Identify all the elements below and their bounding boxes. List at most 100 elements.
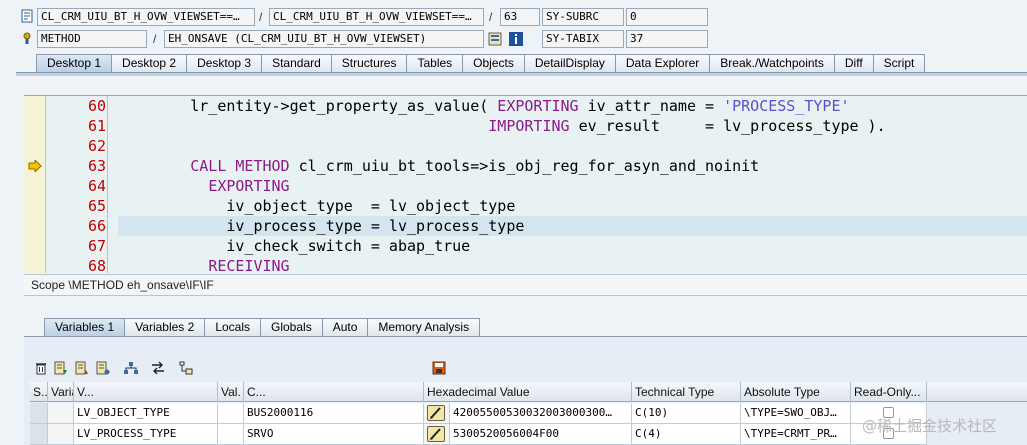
tab-objects[interactable]: Objects — [462, 54, 525, 72]
change-cell[interactable] — [424, 424, 450, 445]
absolute-type-cell[interactable]: \TYPE=CRMT_PR… — [741, 424, 851, 445]
code-token: iv_attr_name = — [578, 97, 724, 115]
sy-subrc-value: 0 — [626, 8, 708, 26]
table-header: S...VariableV...Val.C...Hexadecimal Valu… — [30, 382, 1027, 402]
edit-pencil-icon[interactable] — [427, 405, 445, 421]
code-text: lr_entity->get_property_as_value( EXPORT… — [118, 96, 849, 116]
tab-desktop-2[interactable]: Desktop 2 — [111, 54, 188, 72]
technical-type-cell[interactable]: C(10) — [632, 403, 741, 424]
code-line[interactable]: 68 RECEIVING — [24, 256, 1027, 273]
column-header[interactable]: S... — [30, 382, 48, 402]
code-line[interactable]: 62 — [24, 136, 1027, 156]
variables-tabstrip: Variables 1 Variables 2 Locals Globals Auto M… — [44, 318, 481, 336]
code-line[interactable]: 66 iv_process_type = lv_process_type — [88, 216, 1027, 236]
hex-cell[interactable]: 5300520056004F00 — [450, 424, 632, 445]
current-line-arrow-icon — [28, 158, 42, 174]
tab-memory-analysis[interactable]: Memory Analysis — [367, 318, 481, 336]
program-icon — [20, 8, 34, 24]
variable-cell[interactable]: LV_OBJECT_TYPE — [74, 403, 218, 424]
line-number: 62 — [87, 137, 106, 155]
hex-cell[interactable]: 42005500530032003000300… — [450, 403, 632, 424]
line-number: 67 — [87, 237, 106, 255]
sy-tabix-value: 37 — [626, 30, 708, 48]
tab-auto[interactable]: Auto — [321, 318, 369, 336]
column-header[interactable]: Variable — [48, 382, 74, 402]
column-header[interactable]: Read-Only... — [851, 382, 927, 402]
keyword-token: RECEIVING — [208, 257, 290, 273]
tabstrip-baseline — [16, 72, 1027, 76]
separator: / — [153, 32, 157, 46]
tab-script[interactable]: Script — [872, 54, 926, 72]
code-line[interactable]: 67 iv_check_switch = abap_true — [24, 236, 1027, 256]
tab-globals[interactable]: Globals — [260, 318, 323, 336]
keyword-token: EXPORTING — [208, 177, 290, 195]
column-header[interactable]: C... — [244, 382, 424, 402]
value-cell[interactable]: BUS2000116 — [244, 403, 424, 424]
line-number: 60 — [87, 97, 106, 115]
tab-desktop-3[interactable]: Desktop 3 — [186, 54, 263, 72]
technical-type-cell[interactable]: C(4) — [632, 424, 741, 445]
code-line[interactable]: 63 CALL METHOD cl_crm_uiu_bt_tools=>is_o… — [24, 156, 1027, 176]
swap-icon[interactable] — [150, 360, 166, 376]
code-line[interactable]: 64 EXPORTING — [24, 176, 1027, 196]
variable-cell[interactable]: LV_PROCESS_TYPE — [74, 424, 218, 445]
column-header[interactable]: Technical Type — [632, 382, 741, 402]
column-header[interactable]: Hexadecimal Value — [424, 382, 632, 402]
desktop-tabstrip: Desktop 1 Desktop 2 Desktop 3 Standard Struc… — [36, 54, 926, 72]
column-header[interactable]: V... — [74, 382, 218, 402]
tab-break-watchpoints[interactable]: Break./Watchpoints — [709, 54, 835, 72]
tree-icon[interactable] — [178, 360, 194, 376]
tab-locals[interactable]: Locals — [204, 318, 261, 336]
event-icon — [20, 30, 34, 46]
row-selector[interactable] — [30, 424, 48, 445]
status-cell[interactable] — [48, 424, 74, 445]
delete-icon[interactable] — [33, 360, 49, 376]
save-icon[interactable] — [431, 360, 447, 376]
scope-bar: Scope \METHOD eh_onsave\IF\IF — [24, 274, 1027, 296]
tab-desktop-1[interactable]: Desktop 1 — [36, 54, 113, 72]
code-token: lr_entity->get_property_as_value( — [118, 97, 498, 115]
code-text: RECEIVING — [118, 256, 290, 273]
v-cell[interactable] — [218, 424, 244, 445]
change-cell[interactable] — [424, 403, 450, 424]
tab-data-explorer[interactable]: Data Explorer — [614, 54, 711, 72]
hierarchy-icon[interactable] — [123, 360, 139, 376]
column-header[interactable]: Absolute Type — [741, 382, 851, 402]
code-line[interactable]: 60 lr_entity->get_property_as_value( EXP… — [24, 96, 1027, 116]
code-line[interactable]: 65 iv_object_type = lv_object_type — [24, 196, 1027, 216]
info-icon[interactable] — [508, 31, 524, 47]
status-cell[interactable] — [48, 403, 74, 424]
line-number: 66 — [87, 217, 106, 235]
event-field: EH_ONSAVE (CL_CRM_UIU_BT_H_OVW_VIEWSET) — [164, 30, 484, 48]
tab-diff[interactable]: Diff — [833, 54, 874, 72]
line-number: 61 — [87, 117, 106, 135]
sy-tabix-label: SY-TABIX — [542, 30, 624, 48]
tab-structures[interactable]: Structures — [330, 54, 408, 72]
import-icon[interactable] — [53, 360, 69, 376]
v-cell[interactable] — [218, 403, 244, 424]
keyword-token: IMPORTING — [488, 117, 570, 135]
tab-variables-1[interactable]: Variables 1 — [44, 318, 126, 336]
edit-pencil-icon[interactable] — [427, 426, 445, 442]
line-number: 64 — [87, 177, 106, 195]
code-editor[interactable]: 60 lr_entity->get_property_as_value( EXP… — [24, 95, 1027, 273]
absolute-type-cell[interactable]: \TYPE=SWO_OBJ… — [741, 403, 851, 424]
tab-variables-2[interactable]: Variables 2 — [124, 318, 206, 336]
line-number-field: 63 — [500, 8, 540, 26]
row-selector[interactable] — [30, 403, 48, 424]
code-token: ev_result = lv_process_type ). — [569, 117, 886, 135]
export-icon[interactable] — [74, 360, 90, 376]
settings-list-icon[interactable] — [95, 360, 111, 376]
code-text: IMPORTING ev_result = lv_process_type ). — [118, 116, 886, 136]
keyword-token: CALL METHOD — [190, 157, 290, 175]
code-token: cl_crm_uiu_bt_tools=>is_obj_reg_for_asyn… — [289, 157, 760, 175]
display-icon[interactable] — [487, 31, 503, 47]
column-header[interactable]: Val. — [218, 382, 244, 402]
value-cell[interactable]: SRVO — [244, 424, 424, 445]
tab-detaildisplay[interactable]: DetailDisplay — [523, 54, 616, 72]
code-line[interactable]: 61 IMPORTING ev_result = lv_process_type… — [24, 116, 1027, 136]
tab-standard[interactable]: Standard — [261, 54, 332, 72]
tab-tables[interactable]: Tables — [406, 54, 464, 72]
